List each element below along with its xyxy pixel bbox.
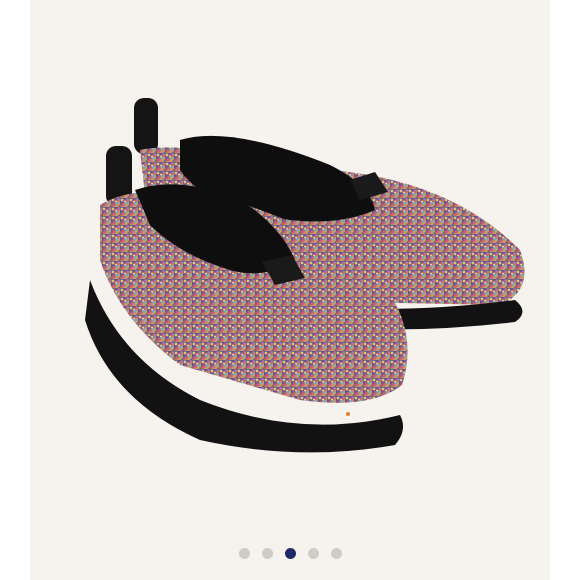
carousel-pagination: [30, 548, 550, 559]
product-photo-glitter-slip-on-shoes: [85, 98, 525, 453]
carousel-dot-1[interactable]: [238, 548, 250, 559]
image-carousel: [0, 0, 580, 580]
carousel-dot-2[interactable]: [261, 548, 273, 559]
carousel-slide[interactable]: [30, 0, 550, 580]
carousel-dot-3-active[interactable]: [284, 548, 296, 559]
carousel-dot-4[interactable]: [307, 548, 319, 559]
carousel-dot-5[interactable]: [330, 548, 342, 559]
